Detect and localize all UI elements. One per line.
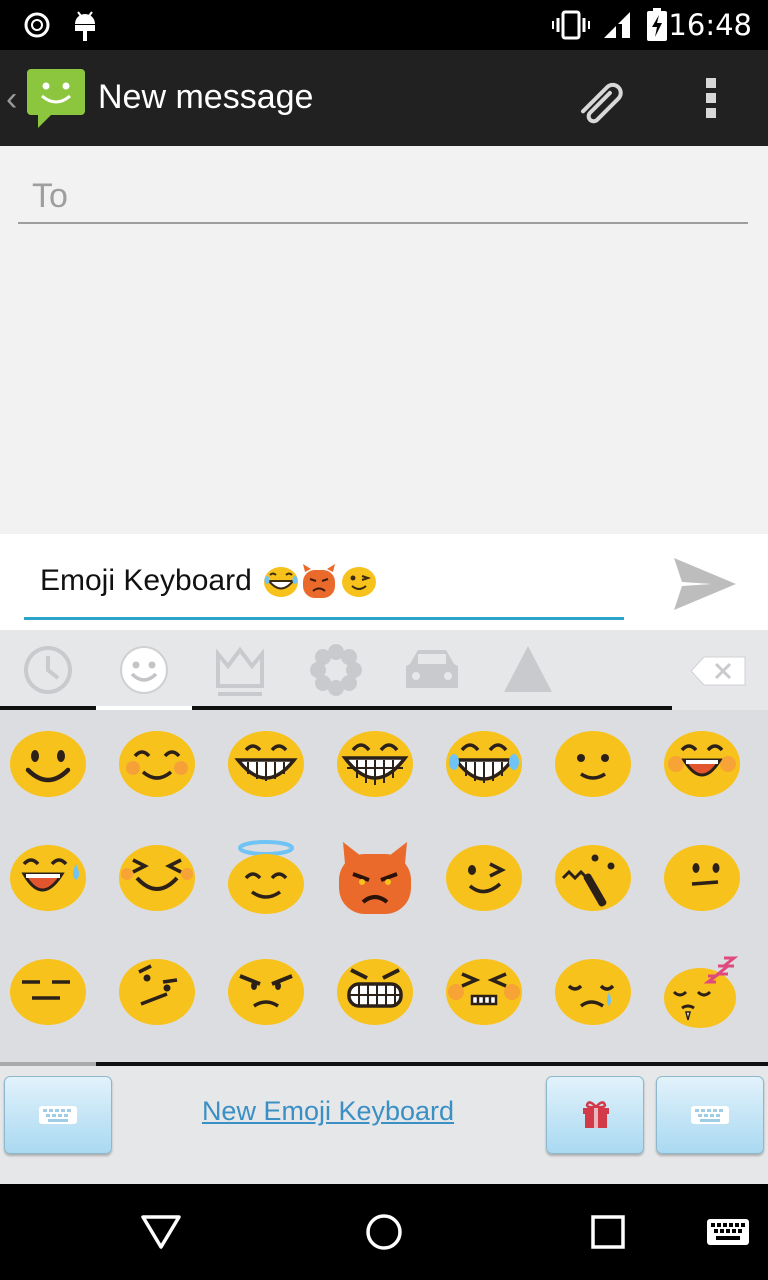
emoji-grid: [0, 712, 768, 1060]
persevering-emoji[interactable]: [436, 940, 545, 1054]
tears-of-joy-emoji: [264, 567, 298, 597]
keyboard-switch-button[interactable]: [4, 1076, 112, 1154]
new-emoji-keyboard-link[interactable]: New Emoji Keyboard: [130, 1096, 526, 1127]
sync-icon: [24, 12, 50, 38]
winking-emoji: [342, 567, 376, 597]
symbols-category-icon[interactable]: [492, 640, 564, 700]
keyboard-icon: [691, 1106, 729, 1124]
signal-icon: [604, 12, 630, 38]
selected-category-indicator: [96, 706, 192, 710]
action-bar: ‹ New message: [0, 50, 768, 146]
tears-of-joy-emoji[interactable]: [436, 712, 545, 826]
angry-devil-emoji[interactable]: [327, 826, 436, 940]
category-bar: [0, 630, 768, 710]
slight-smile-emoji[interactable]: [545, 712, 654, 826]
grimacing-emoji[interactable]: [327, 940, 436, 1054]
neutral-face-emoji[interactable]: [654, 826, 763, 940]
keyboard-switch-button-right[interactable]: [656, 1076, 764, 1154]
category-divider: [0, 706, 96, 710]
squinting-smile-emoji[interactable]: [109, 826, 218, 940]
android-debug-icon: [75, 11, 95, 41]
angry-face-emoji[interactable]: [218, 940, 327, 1054]
page-title: New message: [98, 78, 314, 116]
keyboard-icon: [39, 1106, 77, 1124]
grinning-emoji[interactable]: [218, 712, 327, 826]
winking-emoji[interactable]: [436, 826, 545, 940]
zipper-mouth-emoji[interactable]: [545, 826, 654, 940]
sad-tear-emoji[interactable]: [545, 940, 654, 1054]
halo-emoji[interactable]: [218, 826, 327, 940]
send-button[interactable]: [668, 554, 740, 614]
gift-button[interactable]: [546, 1076, 644, 1154]
expressionless-emoji[interactable]: [0, 940, 109, 1054]
status-bar: 16:48: [0, 0, 768, 50]
attach-icon[interactable]: [570, 74, 630, 126]
message-bar: Emoji Keyboard: [0, 534, 768, 630]
battery-charging-icon: [647, 8, 667, 41]
backspace-button[interactable]: [690, 656, 746, 686]
confused-emoji[interactable]: [109, 940, 218, 1054]
smiling-face-emoji[interactable]: [0, 712, 109, 826]
recipient-field[interactable]: [18, 170, 748, 224]
back-nav-icon[interactable]: [140, 1214, 182, 1250]
category-divider: [192, 706, 672, 710]
objects-category-icon[interactable]: [204, 640, 276, 700]
overflow-menu-icon[interactable]: [704, 76, 720, 120]
recent-category-icon[interactable]: [12, 640, 84, 700]
recents-nav-icon[interactable]: [590, 1214, 626, 1250]
clock: 16:48: [668, 8, 752, 42]
messaging-app-icon[interactable]: [26, 68, 88, 130]
back-chevron-icon[interactable]: ‹: [6, 80, 17, 119]
keyboard-bottom-bar: New Emoji Keyboard: [0, 1066, 768, 1184]
gift-icon: [583, 1101, 609, 1128]
blushing-smile-emoji[interactable]: [109, 712, 218, 826]
beaming-grin-emoji[interactable]: [327, 712, 436, 826]
emoji-keyboard: New Emoji Keyboard: [0, 630, 768, 1184]
angry-devil-emoji: [303, 564, 335, 598]
nature-category-icon[interactable]: [300, 640, 372, 700]
keyboard-nav-icon[interactable]: [706, 1218, 750, 1246]
smileys-category-icon[interactable]: [108, 640, 180, 700]
sweat-smile-emoji[interactable]: [0, 826, 109, 940]
navigation-bar: [0, 1184, 768, 1280]
laughing-emoji[interactable]: [654, 712, 763, 826]
vibrate-icon: [552, 10, 590, 40]
places-category-icon[interactable]: [396, 640, 468, 700]
sleeping-emoji[interactable]: [654, 940, 763, 1054]
message-text: Emoji Keyboard: [40, 564, 252, 597]
home-nav-icon[interactable]: [364, 1212, 404, 1252]
